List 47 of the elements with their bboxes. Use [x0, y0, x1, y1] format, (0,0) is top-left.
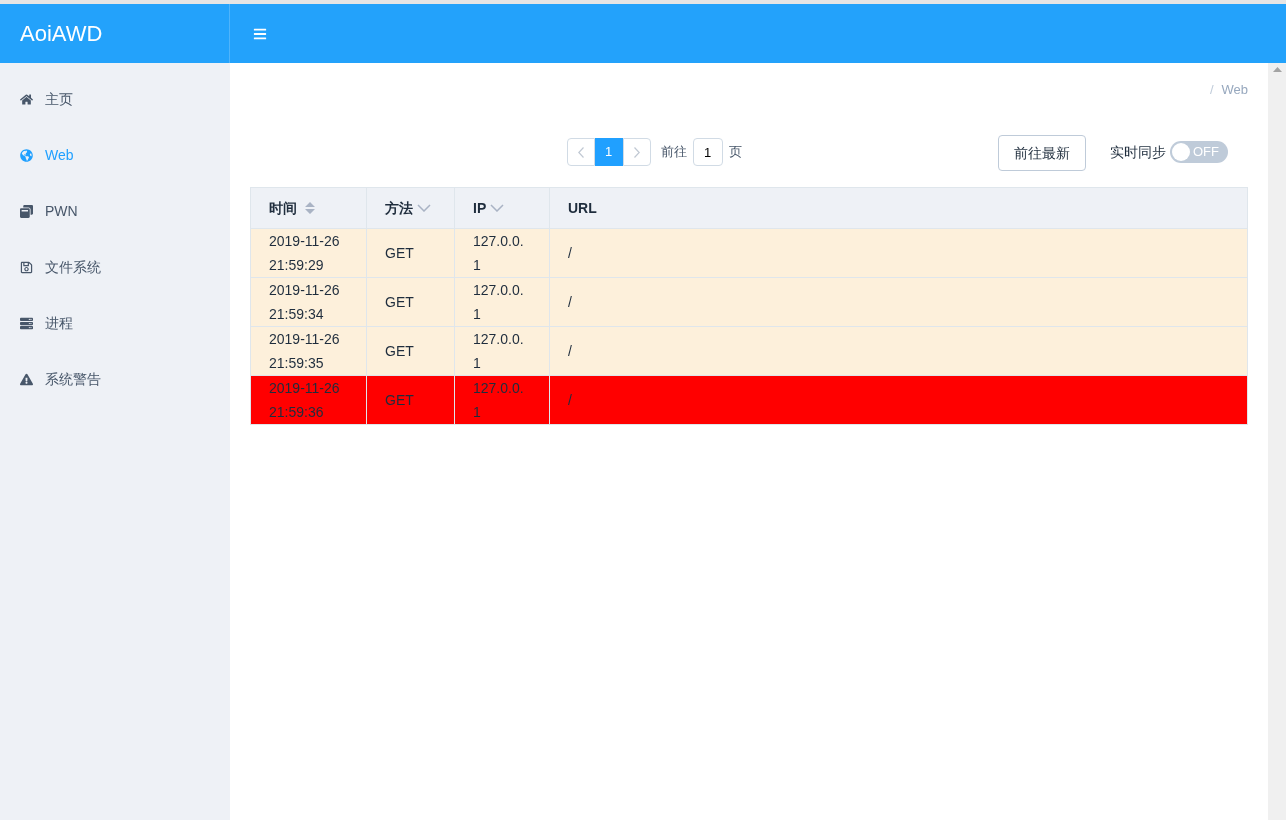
column-header[interactable]: URL — [568, 197, 597, 219]
table-cell-text: 2019-11-26 21:59:34 — [269, 281, 341, 324]
chevron-down-icon[interactable] — [490, 204, 505, 212]
table-cell-text: 2019-11-26 21:59:35 — [269, 330, 341, 373]
table-cell-text: / — [568, 244, 572, 263]
table-cell-text: / — [568, 391, 572, 410]
table-cell-text: GET — [385, 244, 414, 263]
column-header[interactable]: 方法 — [385, 197, 413, 219]
go-to-latest-button[interactable]: 前往最新 — [998, 135, 1086, 171]
table-cell-text: 127.0.0.1 — [473, 379, 525, 422]
home-icon — [20, 92, 33, 106]
sidebar-item[interactable]: 系统警告 — [0, 351, 230, 407]
table-cell-text: / — [568, 293, 572, 312]
sidebar-item[interactable]: 文件系统 — [0, 239, 230, 295]
table-cell-text: GET — [385, 342, 414, 361]
previous-page-button[interactable] — [566, 138, 595, 166]
goto-label: 前往 — [660, 143, 687, 162]
sidebar-item[interactable]: PWN — [0, 183, 230, 239]
chevron-down-icon[interactable] — [417, 204, 431, 212]
table-cell-text: GET — [385, 293, 414, 312]
page-input[interactable]: 1 — [692, 138, 723, 166]
sync-label: 实时同步 — [1110, 142, 1166, 162]
chevron-left-icon — [577, 146, 584, 158]
table-cell-text: 127.0.0.1 — [473, 330, 525, 373]
table-cell-text: GET — [385, 391, 414, 410]
column-header[interactable]: 时间 — [269, 197, 297, 219]
column-header[interactable]: IP — [473, 197, 487, 219]
warning-icon — [20, 372, 33, 386]
server-icon — [20, 316, 33, 330]
chevron-right-icon — [633, 146, 640, 158]
table-cell-text: 127.0.0.1 — [473, 281, 525, 324]
menu-icon[interactable] — [252, 26, 268, 41]
table-cell-text: 2019-11-26 21:59:29 — [269, 232, 341, 275]
next-page-button[interactable] — [622, 138, 651, 166]
page-suffix: 页 — [728, 143, 742, 162]
table-cell-text: 127.0.0.1 — [473, 232, 525, 275]
sidebar-item[interactable]: 主页 — [0, 71, 230, 127]
breadcrumb-separator: / — [1209, 81, 1214, 100]
scroll-up-icon[interactable] — [1272, 67, 1282, 72]
table-cell-text: 2019-11-26 21:59:36 — [269, 379, 341, 422]
table-cell-text: / — [568, 342, 572, 361]
app-title: AoiAWD — [20, 20, 103, 48]
sort-icon[interactable] — [305, 202, 315, 214]
windows-icon — [20, 204, 33, 218]
globe-icon — [20, 148, 33, 162]
breadcrumb-item: Web — [1221, 81, 1248, 100]
sidebar-item[interactable]: 进程 — [0, 295, 230, 351]
